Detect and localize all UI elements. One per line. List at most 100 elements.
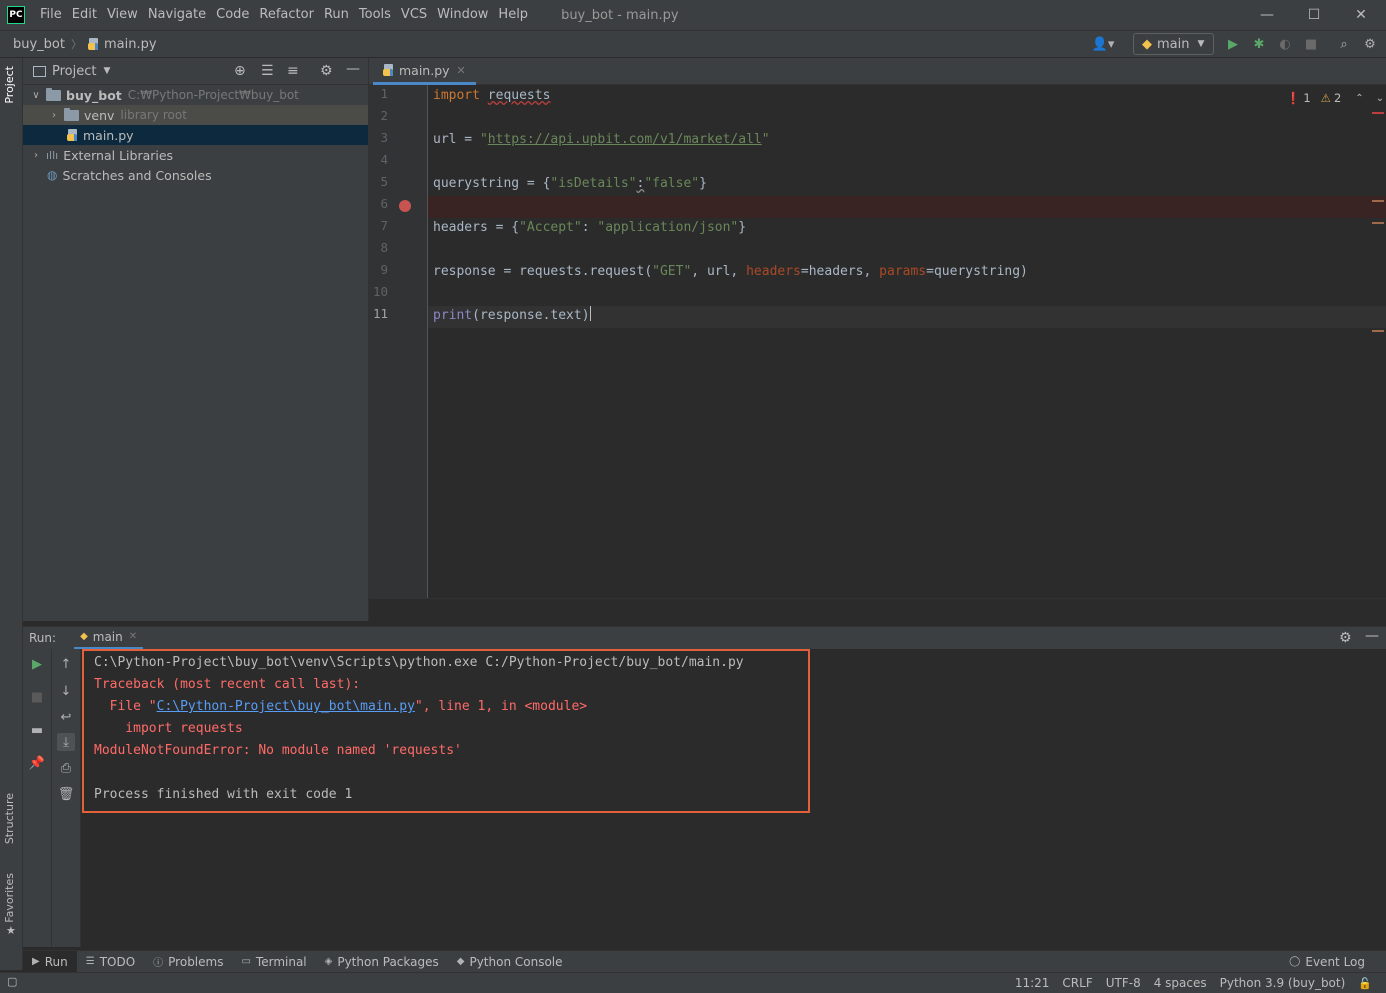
breakpoint-icon[interactable] (399, 200, 411, 212)
menu-run[interactable]: Run (319, 0, 354, 30)
tree-item-external-libraries[interactable]: › ıllı External Libraries (23, 145, 368, 165)
locate-icon[interactable]: ⊕ (234, 63, 246, 79)
run-icon[interactable]: ▶ (1224, 35, 1242, 53)
arrow-down-icon[interactable]: ↓ (57, 682, 75, 700)
list-icon: ☰ (85, 956, 95, 967)
menu-navigate[interactable]: Navigate (143, 0, 211, 30)
event-log-button[interactable]: ◯ Event Log (1280, 951, 1374, 973)
settings-icon[interactable]: ⚙ (1361, 35, 1379, 53)
python-icon: ◆ (1142, 36, 1152, 52)
line-number: 5 (380, 174, 388, 189)
tool-run-button[interactable]: ▶ Run (23, 950, 77, 973)
maximize-button[interactable]: ☐ (1291, 0, 1337, 30)
chevron-down-icon[interactable]: ∨ (29, 90, 43, 101)
gear-icon[interactable]: ⚙ (1339, 630, 1352, 646)
next-highlight-icon[interactable]: ⌄ (1376, 93, 1384, 104)
coverage-icon[interactable]: ◐ (1276, 35, 1294, 53)
chevron-right-icon[interactable]: › (47, 110, 61, 121)
tree-item-venv[interactable]: › venv library root (23, 105, 368, 125)
stop-icon[interactable]: ■ (28, 688, 46, 706)
menu-view[interactable]: View (102, 0, 143, 30)
minimize-button[interactable]: — (1244, 0, 1290, 30)
menu-code[interactable]: Code (211, 0, 254, 30)
file-encoding[interactable]: UTF-8 (1106, 976, 1141, 990)
window-title: buy_bot - main.py (561, 7, 679, 23)
menu-tools[interactable]: Tools (354, 0, 396, 30)
warning-stripe-mark[interactable] (1372, 330, 1384, 332)
python-interpreter[interactable]: Python 3.9 (buy_bot) (1220, 976, 1346, 990)
close-window-button[interactable]: ✕ (1338, 0, 1384, 30)
warning-count: 2 (1333, 91, 1342, 105)
hide-panel-icon[interactable]: — (1365, 628, 1379, 644)
tab-main-py[interactable]: main.py ✕ (373, 58, 476, 85)
tool-todo-button[interactable]: ☰ TODO (77, 951, 144, 973)
menu-help[interactable]: Help (493, 0, 533, 30)
breadcrumb-project[interactable]: buy_bot (13, 37, 65, 52)
indent-setting[interactable]: 4 spaces (1154, 976, 1207, 990)
error-stripe-mark[interactable] (1372, 112, 1384, 114)
code-editor[interactable]: import requests url = "https://api.upbit… (428, 85, 1386, 598)
menu-vcs[interactable]: VCS (396, 0, 432, 30)
hide-panel-icon[interactable]: — (346, 61, 360, 77)
user-account-icon[interactable]: 👤▾ (1090, 35, 1116, 53)
menu-window[interactable]: Window (432, 0, 493, 30)
file-link[interactable]: C:\Python-Project\buy_bot\main.py (157, 699, 415, 714)
tool-python-console-button[interactable]: ◆ Python Console (448, 951, 572, 973)
project-tool-tab[interactable]: Project (3, 66, 16, 104)
menu-refactor[interactable]: Refactor (254, 0, 319, 30)
gear-icon[interactable]: ⚙ (320, 63, 333, 79)
line-number: 8 (380, 240, 388, 255)
pin-icon[interactable]: 📌 (28, 754, 46, 772)
tree-item-main-py[interactable]: main.py (23, 125, 368, 145)
python-file-icon (383, 63, 395, 77)
debug-icon[interactable]: ✱ (1250, 35, 1268, 53)
inspection-widget[interactable]: ❗ 1 ⚠ 2 ⌃ ⌄ (1286, 91, 1384, 105)
python-file-icon (88, 37, 100, 51)
soft-wrap-icon[interactable]: ↩ (57, 708, 75, 726)
toggle-tool-windows-icon[interactable]: ▢ (7, 975, 17, 988)
highlight-box: C:\Python-Project\buy_bot\venv\Scripts\p… (82, 649, 810, 813)
chevron-down-icon[interactable]: ▼ (103, 66, 110, 76)
previous-highlight-icon[interactable]: ⌃ (1355, 93, 1363, 104)
pycharm-logo-icon: PC (7, 6, 25, 24)
tree-item-buy-bot[interactable]: ∨ buy_bot C:₩Python-Project₩buy_bot (23, 85, 368, 105)
run-configuration-select[interactable]: ◆ main ▼ (1133, 33, 1214, 55)
console-output[interactable]: C:\Python-Project\buy_bot\venv\Scripts\p… (81, 649, 1386, 947)
trash-icon[interactable]: 🗑 (57, 785, 75, 803)
warning-stripe-mark[interactable] (1372, 200, 1384, 202)
line-number: 6 (380, 196, 388, 211)
stop-icon[interactable]: ■ (1302, 35, 1320, 53)
code-line-1: import requests (433, 88, 551, 103)
project-view-select[interactable]: Project (52, 64, 96, 79)
search-icon[interactable]: ⌕ (1335, 35, 1353, 53)
run-tab-main[interactable]: ◆ main ✕ (74, 627, 144, 650)
chevron-right-icon[interactable]: › (29, 150, 43, 161)
line-separator[interactable]: CRLF (1062, 976, 1092, 990)
close-icon[interactable]: ✕ (129, 631, 137, 642)
print-icon[interactable]: ⎙ (57, 759, 75, 777)
structure-tool-tab[interactable]: Structure (3, 793, 16, 844)
tool-terminal-button[interactable]: ▭ Terminal (232, 951, 315, 973)
warning-stripe-mark[interactable] (1372, 222, 1384, 224)
run-toolbar-primary: ▶ ■ ▬ 📌 (23, 649, 52, 947)
rerun-icon[interactable]: ▶ (28, 655, 46, 673)
caret-position[interactable]: 11:21 (1015, 976, 1050, 990)
tree-item-scratches[interactable]: ◍ Scratches and Consoles (23, 165, 368, 185)
arrow-up-icon[interactable]: ↑ (57, 655, 75, 673)
breadcrumb-file[interactable]: main.py (104, 37, 157, 52)
left-tool-stripe: Project Structure Favorites ★ (0, 58, 23, 970)
collapse-all-icon[interactable]: ≡ (287, 63, 299, 79)
lock-icon[interactable]: 🔓 (1358, 977, 1372, 990)
info-icon: ⓘ (153, 958, 164, 969)
menu-edit[interactable]: Edit (67, 0, 102, 30)
tool-problems-button[interactable]: ⓘ Problems (144, 951, 232, 973)
scroll-to-end-icon[interactable]: ⤓ (57, 733, 75, 751)
expand-all-icon[interactable]: ☰ (261, 63, 274, 79)
line-number: 11 (372, 306, 388, 321)
favorites-tool-tab[interactable]: Favorites (3, 873, 16, 923)
layout-icon[interactable]: ▬ (28, 721, 46, 739)
tool-python-packages-button[interactable]: ◈ Python Packages (316, 951, 448, 973)
close-icon[interactable]: ✕ (457, 64, 466, 77)
menu-file[interactable]: File (35, 0, 67, 30)
run-panel-label: Run: (29, 631, 57, 645)
